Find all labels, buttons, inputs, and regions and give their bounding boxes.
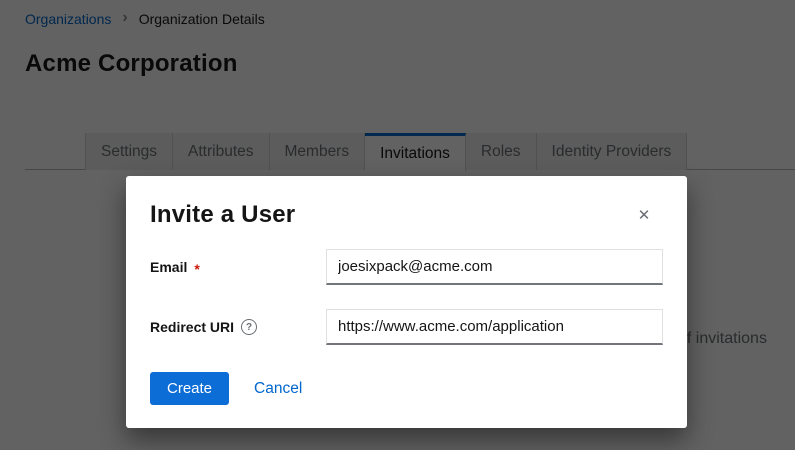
email-field[interactable] <box>326 249 663 285</box>
redirect-uri-field[interactable] <box>326 309 663 345</box>
invite-user-modal: Invite a User ✕ Email * Redirect URI ? C… <box>126 176 687 428</box>
required-asterisk-icon: * <box>194 261 199 277</box>
cancel-button[interactable]: Cancel <box>254 380 302 398</box>
help-icon[interactable]: ? <box>241 319 257 335</box>
redirect-uri-label-text: Redirect URI <box>150 319 234 335</box>
app-window: Organizations › Organization Details Acm… <box>0 0 795 450</box>
redirect-uri-label: Redirect URI ? <box>150 319 326 335</box>
modal-title: Invite a User <box>150 200 663 230</box>
create-button[interactable]: Create <box>150 372 229 405</box>
modal-footer: Create Cancel <box>150 372 663 405</box>
email-label: Email * <box>150 259 326 275</box>
modal-header: Invite a User ✕ <box>150 200 663 230</box>
redirect-uri-form-row: Redirect URI ? <box>150 309 663 345</box>
email-form-row: Email * <box>150 249 663 285</box>
close-icon[interactable]: ✕ <box>633 205 655 227</box>
email-label-text: Email <box>150 259 187 275</box>
